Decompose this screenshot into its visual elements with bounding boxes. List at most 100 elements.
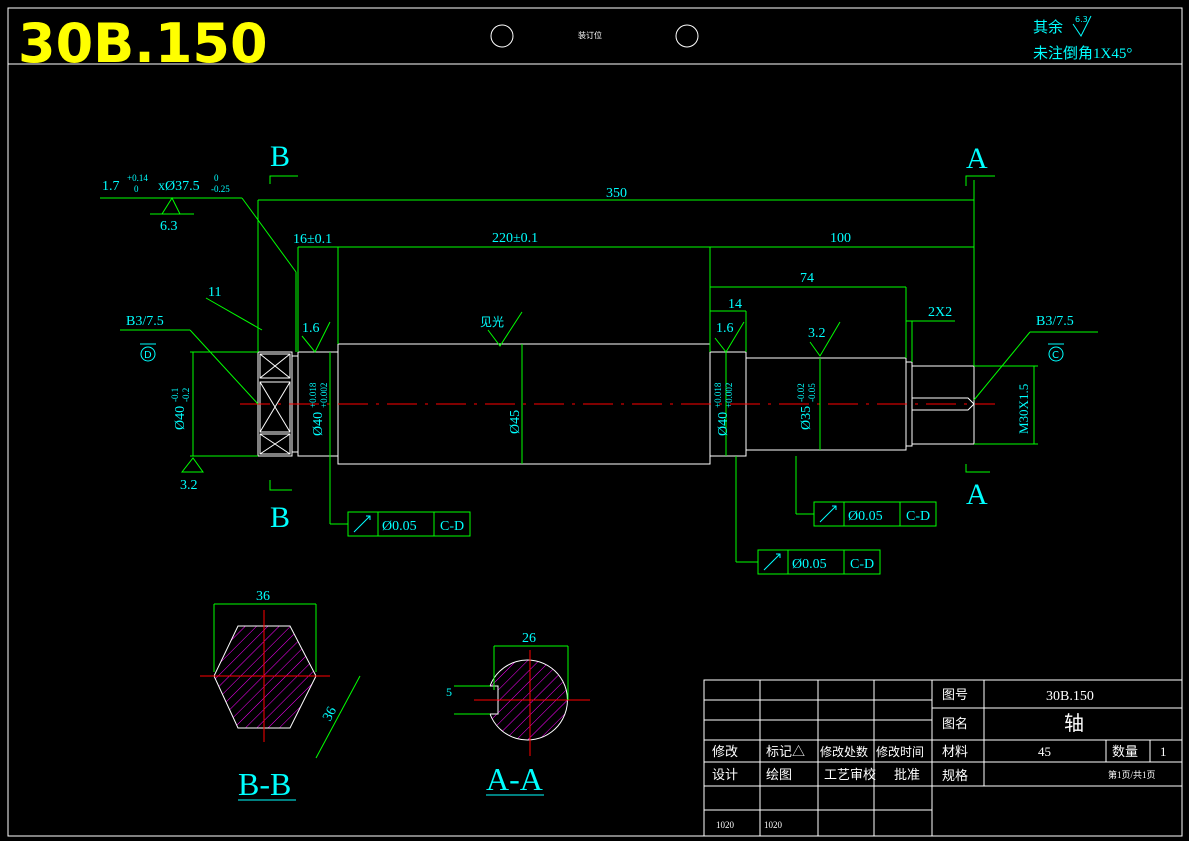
rough-polish: 见光 <box>480 315 504 329</box>
tb-revise-count: 修改处数 <box>820 744 868 759</box>
note-line-2: 未注倒角1X45° <box>1033 45 1132 62</box>
tb-design-val: 1020 <box>716 820 735 830</box>
dim-220: 220±0.1 <box>492 231 538 246</box>
dia-40-b: Ø40 +0.018 +0.002 <box>308 382 329 436</box>
groove-dia-up: 0 <box>214 173 219 183</box>
svg-text:+0.002: +0.002 <box>319 383 329 408</box>
dim-74: 74 <box>800 271 814 286</box>
svg-text:+0.002: +0.002 <box>724 383 734 408</box>
dia-45: Ø45 <box>508 410 523 434</box>
section-mark-B-bottom: B <box>269 480 292 534</box>
rough-3-2-left: 3.2 <box>180 478 198 493</box>
tb-qty: 1 <box>1160 744 1167 759</box>
tb-drawing-no-label: 图号 <box>942 687 968 702</box>
tb-process: 工艺 <box>824 767 850 782</box>
rough-3-2-right: 3.2 <box>808 326 826 341</box>
svg-text:+0.018: +0.018 <box>713 382 723 408</box>
svg-text:Ø0.05: Ø0.05 <box>848 509 883 524</box>
tb-draw-val: 1020 <box>764 820 783 830</box>
note-roughness-value: 6.3 <box>1075 15 1088 24</box>
section-bb: 36 36 B-B <box>200 589 361 802</box>
dia-35: Ø35 -0.02 -0.05 <box>796 383 817 430</box>
drawing-code-heading: 30B.150 <box>18 12 268 75</box>
tb-spec-label: 规格 <box>942 768 968 783</box>
svg-text:-0.2: -0.2 <box>181 388 191 402</box>
section-mark-A-bottom: A <box>965 464 990 511</box>
svg-text:C-D: C-D <box>906 509 930 524</box>
note-line-1: 其余 <box>1033 18 1063 36</box>
rough-6-3: 6.3 <box>160 219 178 234</box>
svg-text:D: D <box>144 350 152 361</box>
svg-text:C: C <box>1052 350 1059 361</box>
svg-text:Ø35: Ø35 <box>799 406 814 430</box>
tb-mark: 标记△ <box>766 744 805 759</box>
binding-label: 装订位 <box>578 30 602 40</box>
svg-text:Ø0.05: Ø0.05 <box>382 519 417 534</box>
drawing-sheet: 30B.150 装订位 其余 6.3 未注倒角1X45° B B A A 350… <box>7 7 1183 837</box>
tb-qty-label: 数量 <box>1112 744 1138 759</box>
rough-1-6-left: 1.6 <box>302 321 320 336</box>
svg-text:Ø0.05: Ø0.05 <box>792 557 827 572</box>
dim-11: 11 <box>208 285 221 300</box>
svg-text:A: A <box>966 142 988 175</box>
section-bb-label: B-B <box>238 766 291 802</box>
dim-total-350: 350 <box>606 186 627 201</box>
svg-text:36: 36 <box>256 589 270 604</box>
tb-approve: 批准 <box>894 767 920 782</box>
section-aa: 26 5 A-A <box>446 631 590 797</box>
tb-name-label: 图名 <box>942 716 968 731</box>
svg-text:Ø45: Ø45 <box>508 410 523 434</box>
svg-text:-0.1: -0.1 <box>170 388 180 402</box>
datum-C: C <box>1048 343 1064 362</box>
svg-text:-0.05: -0.05 <box>807 383 817 402</box>
center-hole-right: B3/7.5 <box>1036 314 1074 329</box>
groove-tol-low: 0 <box>134 184 139 194</box>
dim-16: 16±0.1 <box>293 232 332 247</box>
dim-14: 14 <box>728 297 742 312</box>
tb-page: 第1页/共1页 <box>1108 769 1156 780</box>
tb-revise: 修改 <box>712 744 738 759</box>
groove-tol-up: +0.14 <box>127 173 148 183</box>
tolerance-frame-3: Ø0.05 C-D <box>757 549 881 575</box>
section-mark-B-top: B <box>269 140 298 184</box>
svg-text:5: 5 <box>446 685 452 699</box>
section-aa-label: A-A <box>486 761 543 797</box>
svg-text:B: B <box>270 501 290 534</box>
svg-text:+0.018: +0.018 <box>308 382 318 408</box>
svg-text:36: 36 <box>320 704 340 723</box>
svg-text:Ø40: Ø40 <box>716 412 731 436</box>
svg-text:A: A <box>966 478 988 511</box>
section-mark-A-top: A <box>965 142 995 186</box>
binding-hole-left <box>490 24 514 48</box>
dimension-lines <box>100 180 1098 563</box>
tb-design: 设计 <box>712 767 738 782</box>
dia-40-c: Ø40 +0.018 +0.002 <box>713 382 734 436</box>
tb-check: 审校 <box>850 767 876 782</box>
center-hole-left: B3/7.5 <box>126 314 164 329</box>
svg-text:-0.02: -0.02 <box>796 383 806 402</box>
svg-text:C-D: C-D <box>440 519 464 534</box>
dim-100: 100 <box>830 231 851 246</box>
datum-D: D <box>140 343 156 362</box>
svg-text:M30X1.5: M30X1.5 <box>1016 384 1031 434</box>
tb-name: 轴 <box>1064 712 1084 735</box>
tb-revise-time: 修改时间 <box>876 744 924 759</box>
tolerance-frame-1: Ø0.05 C-D <box>347 511 471 537</box>
tb-drawing-no: 30B.150 <box>1046 689 1094 704</box>
groove-dia: xØ37.5 <box>158 179 200 194</box>
binding-hole-right <box>675 24 699 48</box>
rough-1-6-right: 1.6 <box>716 321 734 336</box>
tb-material: 45 <box>1038 744 1051 759</box>
tolerance-frame-2: Ø0.05 C-D <box>813 501 937 527</box>
svg-text:Ø40: Ø40 <box>311 412 326 436</box>
dim-2x2: 2X2 <box>928 305 952 320</box>
svg-text:Ø40: Ø40 <box>173 406 188 430</box>
svg-text:C-D: C-D <box>850 557 874 572</box>
dia-40-left: Ø40 -0.1 -0.2 <box>170 388 191 430</box>
groove-main: 1.7 <box>102 179 120 194</box>
svg-text:B: B <box>270 140 290 173</box>
tb-material-label: 材料 <box>942 744 968 759</box>
tb-draw: 绘图 <box>766 767 792 782</box>
groove-dia-low: -0.25 <box>211 184 230 194</box>
svg-text:26: 26 <box>522 631 536 646</box>
